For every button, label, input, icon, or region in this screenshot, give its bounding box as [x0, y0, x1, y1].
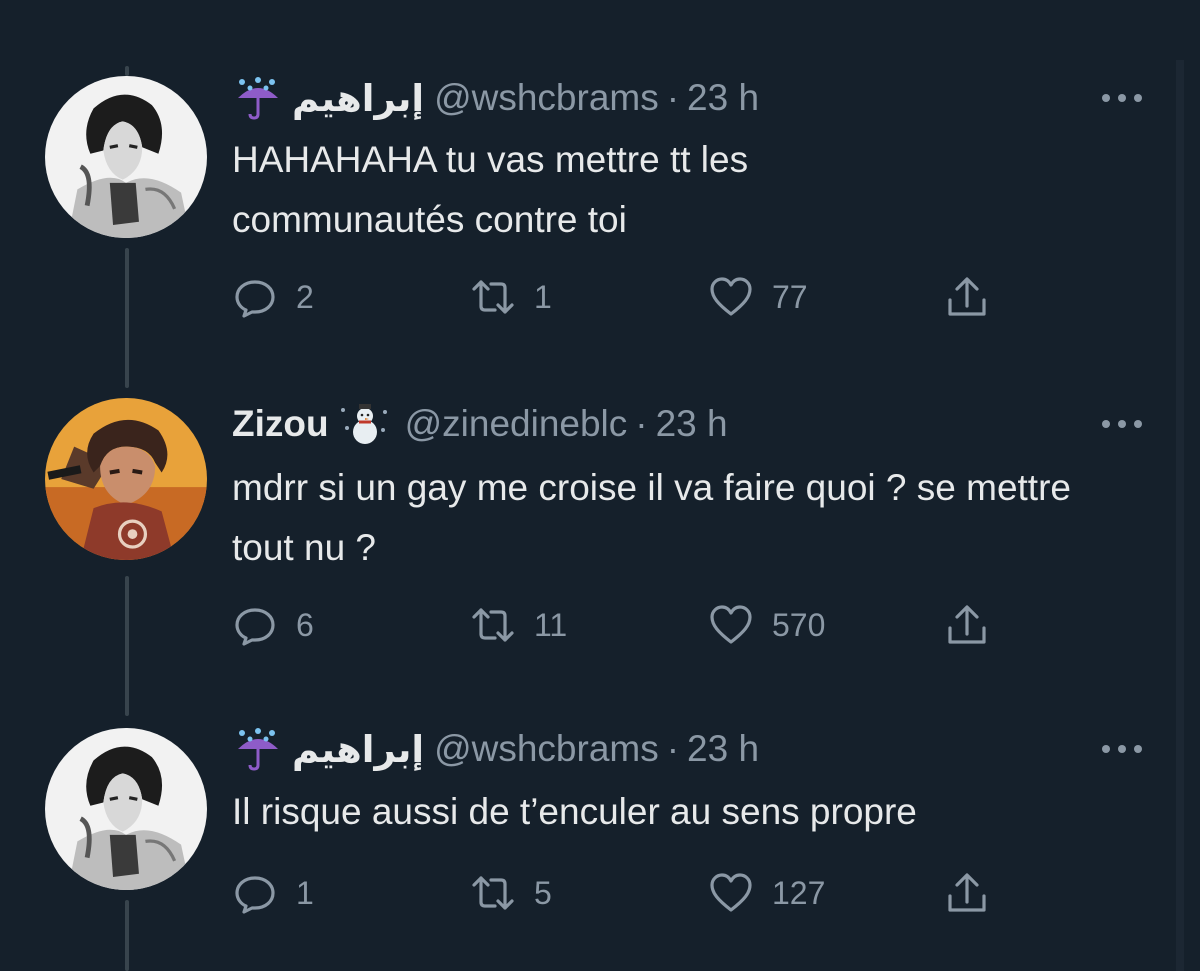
reply-icon — [235, 608, 275, 646]
avatar[interactable] — [45, 76, 207, 238]
tweet-header: إبراهيم @wshcbrams · 23 h — [232, 73, 759, 123]
umbrella-with-rain-emoji — [232, 76, 284, 120]
retweet-count: 11 — [534, 606, 568, 643]
retweet-button[interactable]: 11 — [470, 600, 567, 650]
thread-view: إبراهيم @wshcbrams · 23 h HAHAHAHA tu va… — [0, 0, 1200, 971]
like-icon — [710, 873, 752, 912]
retweet-button[interactable]: 1 — [470, 272, 552, 322]
reply-count: 2 — [296, 278, 314, 315]
avatar[interactable] — [45, 728, 207, 890]
retweet-count: 5 — [534, 874, 552, 911]
separator: · — [635, 403, 648, 444]
display-name[interactable]: إبراهيم — [292, 728, 424, 771]
reply-icon — [235, 876, 275, 914]
like-count: 570 — [772, 606, 826, 643]
avatar[interactable] — [45, 398, 207, 560]
tweet-text: HAHAHAHA tu vas mettre tt les communauté… — [232, 139, 749, 240]
thread-line — [125, 576, 129, 716]
reply-button[interactable]: 2 — [232, 272, 314, 322]
reply-button[interactable]: 1 — [232, 868, 314, 918]
timestamp[interactable]: 23 h — [687, 77, 759, 119]
like-button[interactable]: 77 — [708, 272, 808, 322]
umbrella-with-rain-emoji — [232, 727, 284, 771]
like-icon — [710, 277, 752, 316]
user-handle[interactable]: @wshcbrams — [434, 77, 659, 119]
user-handle[interactable]: @wshcbrams — [434, 728, 659, 770]
like-button[interactable]: 570 — [708, 600, 825, 650]
share-button[interactable] — [944, 272, 990, 322]
like-count: 127 — [772, 874, 826, 911]
separator: · — [666, 728, 680, 769]
reply-icon — [235, 280, 275, 318]
retweet-button[interactable]: 5 — [470, 868, 552, 918]
share-icon — [948, 605, 986, 644]
like-count: 77 — [772, 278, 808, 315]
like-button[interactable]: 127 — [708, 868, 825, 918]
thread-line — [125, 900, 129, 971]
retweet-count: 1 — [534, 278, 552, 315]
more-icon[interactable] — [1098, 88, 1146, 108]
like-icon — [710, 605, 752, 644]
share-button[interactable] — [944, 600, 990, 650]
retweet-icon — [472, 608, 514, 642]
timestamp[interactable]: 23 h — [687, 728, 759, 770]
more-icon[interactable] — [1098, 739, 1146, 759]
display-name[interactable]: Zizou — [232, 403, 329, 445]
separator: · — [666, 77, 680, 118]
user-handle[interactable]: @zinedineblc — [405, 403, 628, 445]
tweet-header: Zizou @zinedineblc · 23 h — [232, 399, 728, 449]
retweet-icon — [472, 876, 514, 910]
retweet-icon — [472, 280, 514, 314]
reply-button[interactable]: 6 — [232, 600, 314, 650]
timestamp[interactable]: 23 h — [656, 403, 728, 445]
tweet-text: Il risque aussi de t’enculer au sens pro… — [232, 791, 917, 832]
display-name[interactable]: إبراهيم — [292, 77, 424, 120]
share-button[interactable] — [944, 868, 990, 918]
tweet-text: mdrr si un gay me croise il va faire quo… — [232, 467, 1071, 568]
tweet-header: إبراهيم @wshcbrams · 23 h — [232, 724, 759, 774]
thread-line — [125, 248, 129, 388]
reply-count: 1 — [296, 874, 314, 911]
thread-line — [125, 66, 129, 76]
more-icon[interactable] — [1098, 414, 1146, 434]
share-icon — [948, 873, 986, 912]
share-icon — [948, 277, 986, 316]
scrollbar[interactable] — [1176, 60, 1184, 971]
reply-count: 6 — [296, 606, 314, 643]
snowman-emoji — [339, 402, 391, 446]
